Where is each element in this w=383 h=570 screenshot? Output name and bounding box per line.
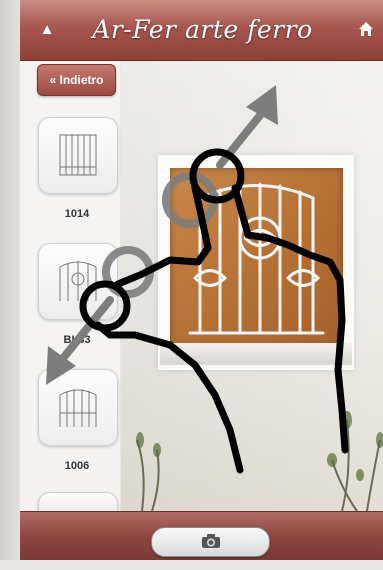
app-screen: « Indietro 1014 BL33 1006 ▲ Ar-Fer arte … — [20, 0, 383, 560]
app-title: Ar-Fer arte ferro — [92, 15, 313, 44]
plants — [136, 411, 383, 511]
grate-thumbnail-icon — [59, 134, 97, 176]
sidebar-item-label: BL33 — [63, 334, 91, 346]
camera-button[interactable] — [151, 527, 270, 557]
grate-thumbnail-icon — [59, 389, 97, 427]
sidebar-item-1014[interactable] — [38, 117, 118, 194]
triangle-up-icon[interactable]: ▲ — [34, 16, 60, 42]
sidebar-item-partial[interactable] — [38, 492, 118, 512]
background-bottom — [0, 560, 383, 570]
window-sill — [160, 343, 352, 365]
header-bar: ▲ Ar-Fer arte ferro — [20, 0, 383, 61]
sidebar-item-1006[interactable] — [38, 369, 118, 446]
home-icon[interactable] — [353, 16, 379, 42]
sidebar-item-label: 1014 — [64, 208, 90, 220]
camera-icon — [202, 534, 220, 548]
iron-grate-overlay[interactable] — [170, 168, 343, 348]
background-left — [0, 0, 20, 570]
sidebar-item-bl33[interactable] — [38, 243, 118, 320]
back-button[interactable]: « Indietro — [37, 64, 116, 96]
sidebar-item-label: 1006 — [64, 460, 90, 472]
grate-thumbnail-icon — [59, 261, 97, 301]
bottom-toolbar — [20, 511, 383, 560]
